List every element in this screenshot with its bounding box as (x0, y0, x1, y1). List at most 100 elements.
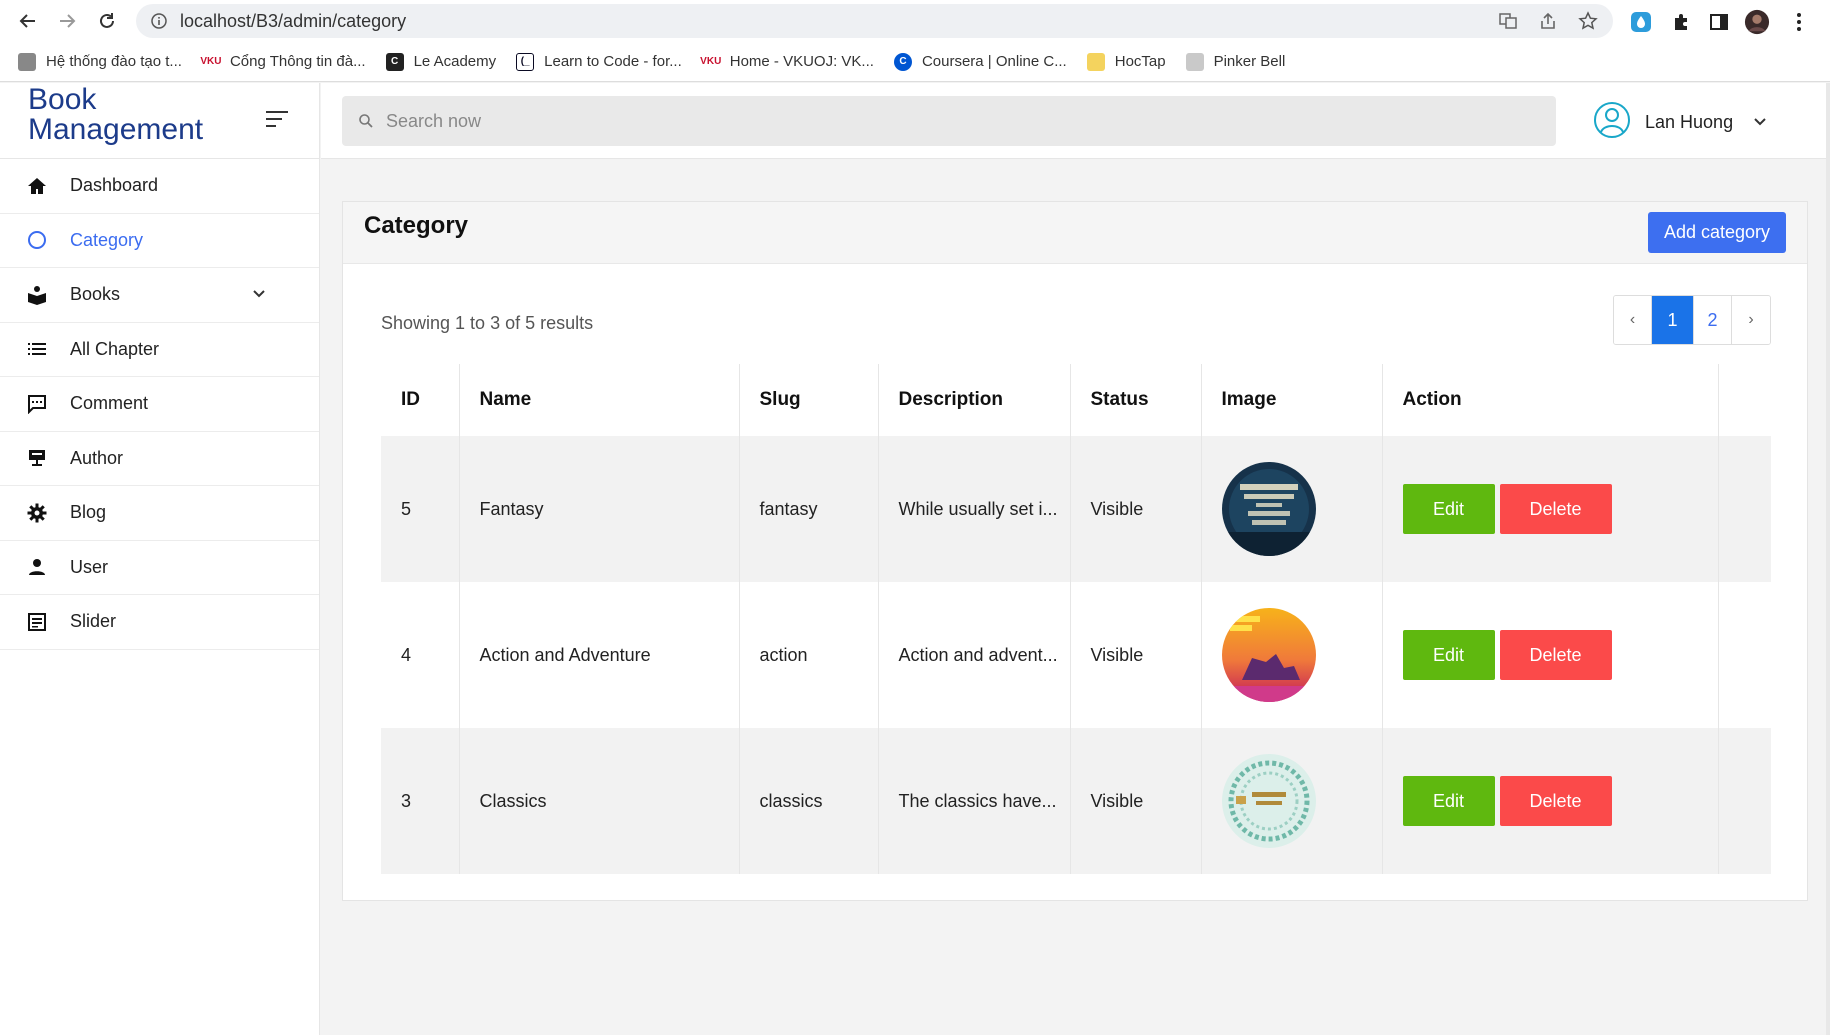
delete-button[interactable]: Delete (1499, 484, 1612, 534)
user-avatar-icon (1593, 101, 1631, 144)
translate-icon[interactable] (1497, 10, 1519, 32)
cell-id: 5 (381, 436, 460, 582)
column-header[interactable]: Name (459, 364, 740, 436)
cell-empty (1718, 436, 1771, 582)
category-table: ID Name Slug Description Status Image Ac… (381, 364, 1771, 874)
bookmark-item[interactable]: (_ Learn to Code - for... (516, 52, 682, 71)
results-summary: Showing 1 to 3 of 5 results (381, 313, 594, 333)
search-bar[interactable] (342, 96, 1556, 146)
cell-image (1201, 582, 1383, 728)
bookmark-item[interactable]: Hệ thống đào tạo t... (18, 52, 182, 71)
profile-avatar-icon[interactable] (1744, 9, 1770, 35)
pagination-page-1[interactable]: 1 (1652, 296, 1694, 344)
star-icon[interactable] (1577, 10, 1599, 32)
brand-area: Book Management (0, 83, 319, 159)
cell-slug: classics (739, 728, 879, 874)
cell-name: Action and Adventure (459, 582, 740, 728)
user-icon (26, 556, 48, 578)
column-header[interactable]: ID (381, 364, 460, 436)
cell-description: While usually set i... (878, 436, 1071, 582)
bookmark-item[interactable]: C Coursera | Online C... (893, 52, 1067, 71)
vku-icon: VKU (700, 56, 722, 67)
folder-icon (1086, 52, 1105, 71)
bookmark-item[interactable]: C Le Academy (385, 52, 496, 71)
reload-icon[interactable] (87, 1, 127, 41)
browser-toolbar: localhost/B3/admin/category (0, 0, 1830, 42)
cell-image (1201, 436, 1383, 582)
sidebar-item-dashboard[interactable]: Dashboard (0, 159, 319, 214)
page-scrollbar[interactable] (1826, 83, 1830, 1035)
column-header[interactable]: Slug (739, 364, 879, 436)
bookmark-item[interactable]: VKU Home - VKUOJ: VK... (700, 53, 874, 71)
vku-icon: VKU (200, 56, 222, 67)
cell-status: Visible (1070, 582, 1202, 728)
coursera-icon: C (893, 52, 912, 71)
sidebar-item-comment[interactable]: Comment (0, 377, 319, 432)
cell-name: Fantasy (459, 436, 740, 582)
sidebar-item-user[interactable]: User (0, 541, 319, 595)
home-icon (26, 175, 48, 197)
gear-icon (26, 502, 48, 524)
user-menu[interactable]: Lan Huong (1593, 101, 1767, 144)
edit-button[interactable]: Edit (1402, 484, 1495, 534)
bookmark-item[interactable]: VKU Cổng Thông tin đà... (200, 53, 365, 71)
search-input[interactable] (386, 110, 1486, 132)
edit-button[interactable]: Edit (1402, 776, 1495, 826)
page-title: Category (364, 212, 469, 239)
cell-status: Visible (1070, 728, 1202, 874)
cell-description: The classics have... (878, 728, 1071, 874)
page-icon (18, 52, 36, 71)
menu-toggle-icon[interactable] (264, 109, 290, 129)
circle-icon (26, 229, 48, 251)
category-card: Category Add category Showing 1 to 3 of … (342, 201, 1808, 901)
column-header[interactable]: Image (1201, 364, 1383, 436)
site-info-icon[interactable] (150, 12, 168, 30)
c-icon: C (385, 52, 404, 71)
back-icon[interactable] (8, 1, 48, 41)
column-header[interactable]: Status (1070, 364, 1202, 436)
bookmarks-bar: Hệ thống đào tạo t... VKU Cổng Thông tin … (0, 42, 1830, 82)
chevron-down-icon[interactable] (1753, 114, 1767, 132)
column-header[interactable]: Action (1382, 364, 1719, 436)
cell-id: 3 (381, 728, 460, 874)
sidebar: Book Management Dashboard Category Books… (0, 83, 320, 1035)
card-header: Category Add category (343, 202, 1807, 264)
search-icon (358, 113, 374, 129)
pagination-page-2[interactable]: 2 (1694, 296, 1732, 344)
bookmark-item[interactable]: HocTap (1086, 52, 1166, 71)
water-drop-extension-icon[interactable] (1628, 9, 1654, 35)
delete-button[interactable]: Delete (1499, 630, 1612, 680)
sidebar-item-all-chapter[interactable]: All Chapter (0, 323, 319, 377)
sidebar-item-author[interactable]: Author (0, 432, 319, 486)
extensions-puzzle-icon[interactable] (1668, 9, 1694, 35)
column-header[interactable]: Description (878, 364, 1071, 436)
table-row: 4 Action and Adventure action Action and… (381, 582, 1771, 728)
chevron-down-icon[interactable] (252, 286, 266, 304)
share-icon[interactable] (1537, 10, 1559, 32)
bookmark-item[interactable]: Pinker Bell (1185, 52, 1285, 71)
sidebar-item-blog[interactable]: Blog (0, 486, 319, 541)
cell-empty (1718, 582, 1771, 728)
sidebar-item-books[interactable]: Books (0, 268, 319, 323)
cell-description: Action and advent... (878, 582, 1071, 728)
pagination-prev[interactable]: ‹ (1614, 296, 1652, 344)
list-icon (26, 338, 48, 360)
forward-icon[interactable] (47, 1, 87, 41)
edit-button[interactable]: Edit (1402, 630, 1495, 680)
sidebar-item-slider[interactable]: Slider (0, 595, 319, 650)
pagination: ‹ 1 2 › (1613, 295, 1771, 345)
delete-button[interactable]: Delete (1499, 776, 1612, 826)
pagination-next[interactable]: › (1732, 296, 1770, 344)
browser-menu-icon[interactable] (1786, 9, 1812, 35)
sidebar-item-category[interactable]: Category (0, 214, 319, 268)
book-cover-image (1221, 462, 1316, 556)
cell-id: 4 (381, 582, 460, 728)
brand-title[interactable]: Book Management (28, 85, 228, 145)
address-bar[interactable]: localhost/B3/admin/category (136, 4, 1613, 38)
column-header (1718, 364, 1771, 436)
side-panel-icon[interactable] (1706, 9, 1732, 35)
add-category-button[interactable]: Add category (1648, 212, 1786, 253)
book-cover-image (1221, 754, 1316, 848)
document-icon (26, 611, 48, 633)
book-icon (26, 284, 48, 306)
